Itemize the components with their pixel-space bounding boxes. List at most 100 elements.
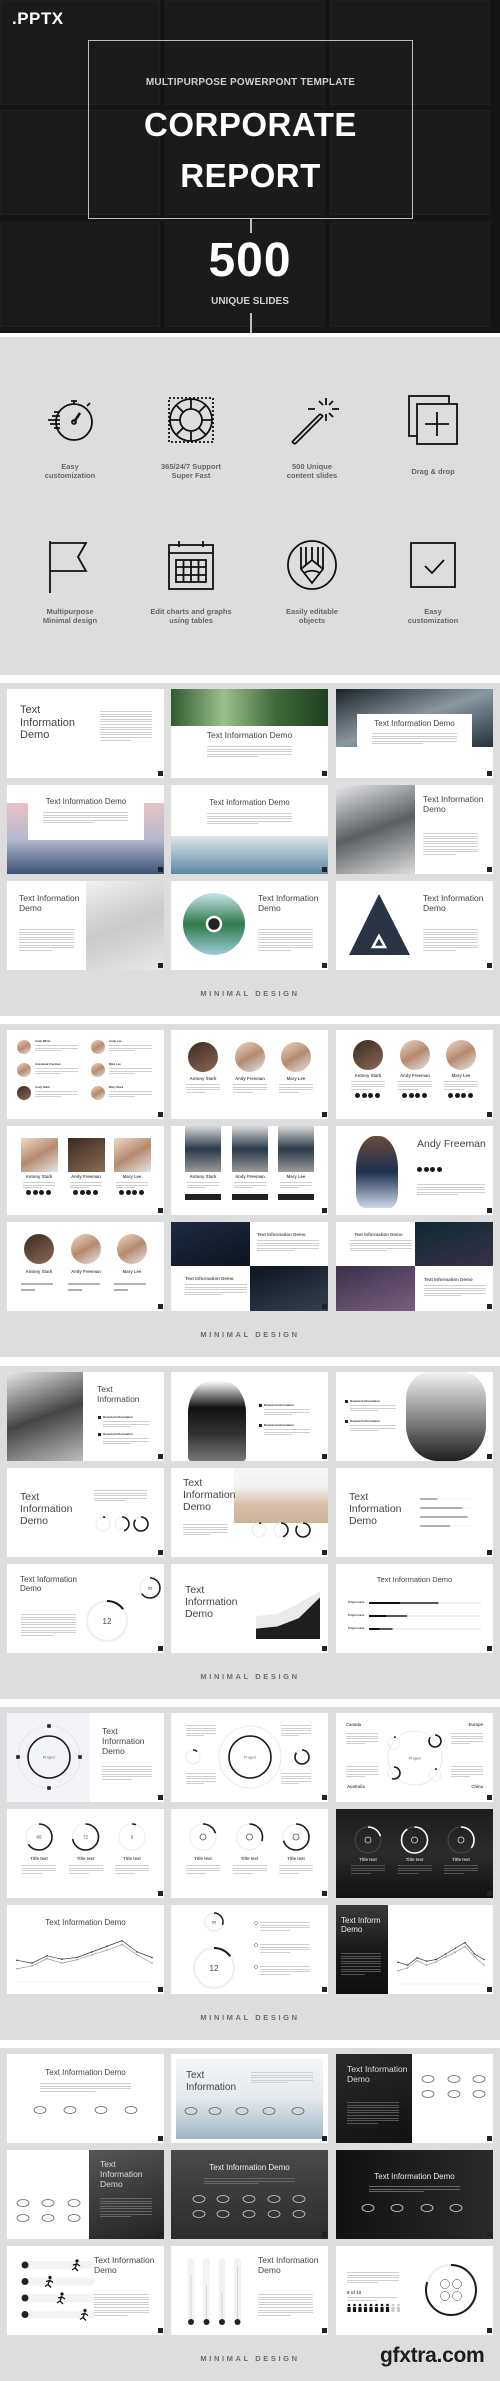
text-line (451, 1733, 483, 1734)
text-line (186, 1735, 204, 1737)
text-line (102, 1766, 152, 1767)
slide-caption: Text Information Demo (354, 1232, 403, 1237)
text-line (347, 2122, 379, 2124)
slide-thumbnail[interactable]: 12 65 Text Information Demo (7, 1564, 164, 1653)
slide-thumbnail[interactable]: Text Information Demo (336, 881, 493, 970)
text-line (260, 1946, 310, 1948)
slide-thumbnail[interactable]: Detected information Detected information (336, 1372, 493, 1461)
text-line (35, 1096, 61, 1098)
slide-graphics (171, 1030, 328, 1119)
slide-thumbnail[interactable]: Text Information (171, 2054, 328, 2143)
slide-graphics (7, 1126, 164, 1215)
slide-thumbnail[interactable]: Text Information Demo (171, 2246, 328, 2335)
slide-thumbnail[interactable]: Text Information Demo Text Information De… (336, 1222, 493, 1311)
slide-thumbnail[interactable]: Text Information Demo (171, 881, 328, 970)
lorem-text-block (100, 711, 152, 742)
bar-base (188, 2319, 194, 2325)
text-line (43, 814, 128, 816)
text-line (102, 1776, 152, 1778)
slide-thumbnail[interactable]: Text Information Demo (171, 1564, 328, 1653)
text-line (22, 1870, 56, 1872)
lorem-text-block (21, 1614, 76, 1637)
slide-graphics (354, 1826, 475, 1854)
social-icon (408, 1093, 414, 1098)
slide-thumbnail[interactable]: Text Information Demo Text Information De… (171, 1222, 328, 1311)
slide-graphics: 65 72 5 (25, 1823, 146, 1851)
logo-badge (292, 2195, 306, 2203)
slide-thumbnail[interactable]: Text Information Demo (171, 2150, 328, 2239)
slide-thumbnail[interactable]: Text Information Demo (171, 1468, 328, 1557)
slide-thumbnail[interactable]: Text Information Demo (7, 689, 164, 778)
slide-thumbnail[interactable]: Text Information Demo (7, 2054, 164, 2143)
slide-thumbnail[interactable]: 65 12 (171, 1905, 328, 1994)
slide-thumbnail[interactable]: Project (171, 1713, 328, 1802)
slide-title: Text Information Demo (209, 2163, 290, 2172)
text-line (19, 939, 74, 941)
slide-thumbnail[interactable]: Text Information Demo (336, 2150, 493, 2239)
slide-thumbnail[interactable]: 65 72 5 Title text Title text Title text (7, 1809, 164, 1898)
divider-line (250, 313, 252, 333)
slide-thumbnail[interactable]: Title text Title text Title text (171, 1809, 328, 1898)
text-line (351, 1083, 385, 1085)
slide-title: Andy Freeman (417, 1138, 486, 1150)
slide-thumbnail[interactable]: Antony Stark Andy Freeman Mary Lee (171, 1030, 328, 1119)
ring-value: 12 (210, 1964, 219, 1973)
text-line (257, 1245, 319, 1247)
lorem-text-block (185, 1284, 247, 1297)
slide-thumbnail[interactable]: Text Information Demo (336, 689, 493, 778)
slide-thumbnail[interactable]: Text Inform Demo (336, 1905, 493, 1994)
slide-thumbnail[interactable]: Andy White Andy Lee Anastasia Freeman Mike … (7, 1030, 164, 1119)
slide-thumbnail[interactable]: Text Information Demo (336, 1468, 493, 1557)
slide-thumbnail[interactable]: Text Information Demo (7, 785, 164, 874)
slide-thumbnail[interactable]: Antony Stark Andy Freeman Mary Lee (171, 1126, 328, 1215)
text-line (444, 1086, 478, 1088)
slide-thumbnail[interactable]: Antony Stark Andy Freeman Mary Lee (336, 1030, 493, 1119)
slide-thumbnail[interactable]: Text Information Demo (171, 785, 328, 874)
slide-thumbnail[interactable]: Title text Title text Title text (336, 1809, 493, 1898)
text-line (417, 1194, 458, 1196)
slide-thumbnail[interactable]: Text Information Demo (336, 785, 493, 874)
slide-thumbnail[interactable]: Text Information Demo (7, 2150, 164, 2239)
lorem-text-block (35, 1091, 78, 1099)
text-line (35, 1093, 78, 1095)
lorem-text-block (397, 1865, 432, 1875)
slide-thumbnail[interactable]: Andy Freeman (336, 1126, 493, 1215)
text-line (186, 1091, 207, 1093)
slide-thumbnail[interactable]: Project Canada Europe Australia China (336, 1713, 493, 1802)
social-icon (448, 1093, 453, 1098)
slide-thumbnail[interactable]: Text Information Demo Project name Project… (336, 1564, 493, 1653)
orbit-node (47, 1786, 51, 1790)
slide-thumbnail[interactable]: Text Information Demo (171, 689, 328, 778)
slide-caption: Antony Stark (25, 1174, 53, 1179)
text-line (19, 944, 74, 946)
slide-thumbnail[interactable]: Project Text Information Demo (7, 1713, 164, 1802)
text-line (102, 1773, 152, 1775)
list-icon (254, 1921, 258, 1925)
runner-icon (48, 2275, 52, 2280)
text-line (398, 1086, 432, 1088)
lorem-text-block (423, 833, 478, 856)
slide-thumbnail[interactable]: Text Information Demo (7, 2246, 164, 2335)
text-line (35, 1047, 78, 1049)
slide-thumbnail[interactable]: Text Information Demo (7, 1468, 164, 1557)
chart-point (406, 1967, 409, 1969)
slide-thumbnail[interactable]: Text Information Detected information Dete… (7, 1372, 164, 1461)
slide-section: MINIMAL DESIGN Text Information Demo Text … (0, 2048, 500, 2381)
slide-thumbnail[interactable]: Text Information Demo (7, 1905, 164, 1994)
magic-wand-icon (291, 398, 339, 445)
section-label: MINIMAL DESIGN (200, 989, 300, 998)
text-line (347, 2272, 399, 2273)
text-line (347, 2279, 399, 2281)
section-label: MINIMAL DESIGN (200, 1672, 300, 1681)
slide-thumbnail[interactable]: Detected information Detected information (171, 1372, 328, 1461)
slide-thumbnail[interactable]: Antony Stark Andy Freeman Mary Lee (7, 1126, 164, 1215)
text-line (22, 1867, 56, 1869)
slide-thumbnail[interactable]: Antony Stark Andy Freeman Mary Lee (7, 1222, 164, 1311)
text-line (21, 1616, 76, 1618)
slide-thumbnail[interactable]: Text Information Demo (336, 2054, 493, 2143)
slide-thumbnail[interactable]: Text Information Demo (7, 881, 164, 970)
info-circle (452, 2291, 462, 2301)
text-line (94, 2304, 149, 2306)
slide-thumbnail[interactable]: 8 of 10 (336, 2246, 493, 2335)
slide-title: Text Information Demo (20, 1575, 77, 1594)
